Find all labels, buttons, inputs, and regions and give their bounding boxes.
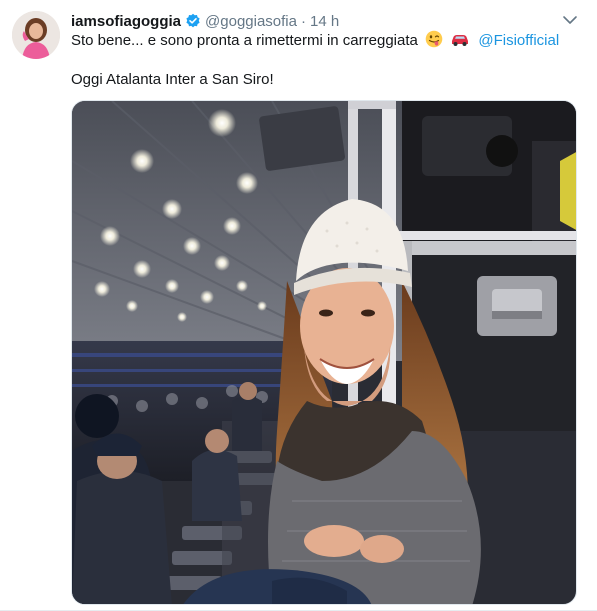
avatar[interactable] bbox=[12, 11, 60, 59]
timestamp[interactable]: 14 h bbox=[310, 13, 339, 30]
separator-dot: · bbox=[301, 12, 306, 30]
tweet-text-line-1: Sto bene... e sono pronta a rimettermi i… bbox=[71, 30, 559, 54]
verified-badge-icon bbox=[185, 13, 201, 29]
winking-face-tongue-emoji bbox=[425, 30, 443, 54]
tweet-header: iamsofiagoggia @goggiasofia · 14 h bbox=[71, 11, 339, 31]
red-car-emoji bbox=[450, 30, 470, 54]
tweet-photo[interactable] bbox=[71, 100, 577, 605]
user-handle[interactable]: @goggiasofia bbox=[205, 13, 297, 30]
mention-link[interactable]: @Fisiofficial bbox=[478, 32, 559, 49]
stadium-photo-image bbox=[72, 101, 576, 604]
tweet-text-line-2: Oggi Atalanta Inter a San Siro! bbox=[71, 71, 274, 88]
tweet-card[interactable]: iamsofiagoggia @goggiasofia · 14 h Sto b… bbox=[0, 0, 597, 611]
display-name[interactable]: iamsofiagoggia bbox=[71, 13, 181, 30]
tweet-text: Sto bene... e sono pronta a rimettermi i… bbox=[71, 32, 418, 49]
avatar-image bbox=[12, 11, 60, 59]
chevron-down-icon[interactable] bbox=[560, 10, 580, 30]
